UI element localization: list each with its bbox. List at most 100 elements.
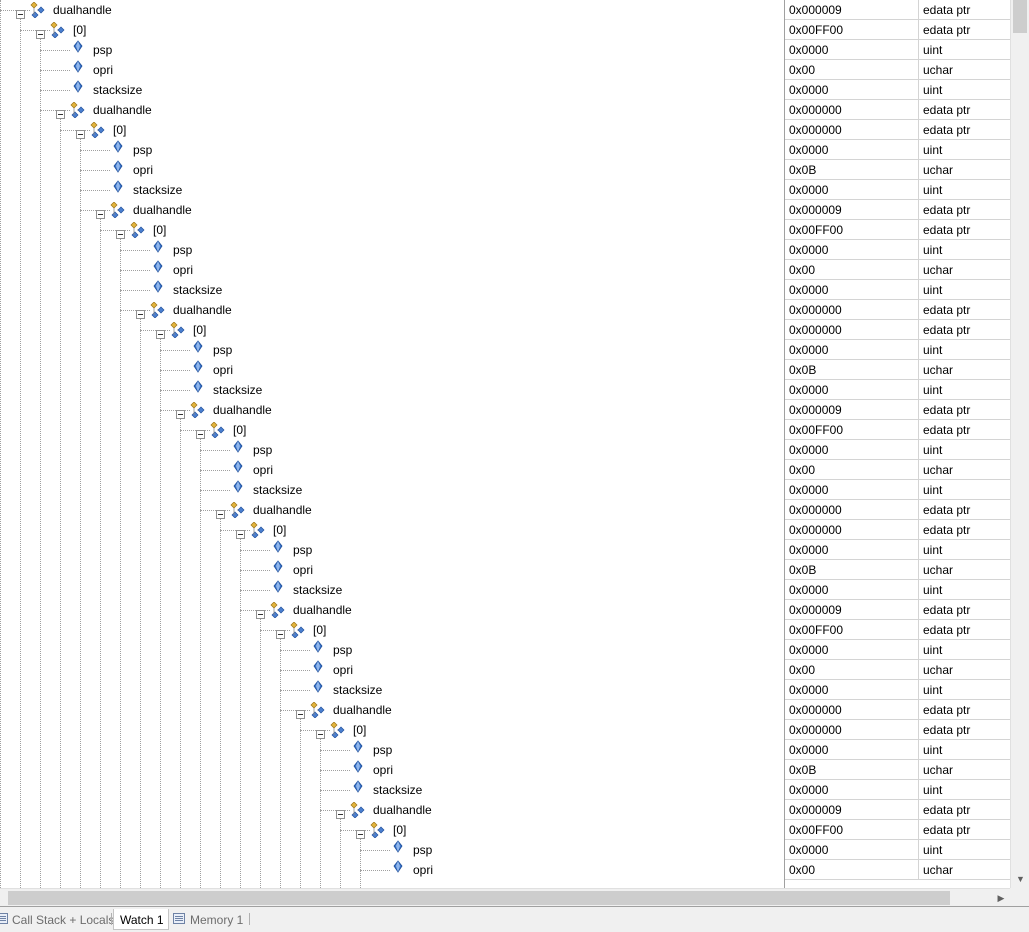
watch-value[interactable]: 0x0000 (789, 383, 828, 397)
watch-value[interactable]: 0x000000 (789, 703, 842, 717)
collapse-toggle-icon[interactable] (76, 130, 85, 139)
collapse-toggle-icon[interactable] (116, 230, 125, 239)
watch-row[interactable]: dualhandle (0, 600, 784, 620)
watch-row[interactable]: opri (0, 760, 784, 780)
tab-watch-1[interactable]: Watch 1 (113, 909, 169, 930)
watch-value[interactable]: 0x000009 (789, 403, 842, 417)
value-row[interactable]: 0x000000 edata ptr (785, 500, 1011, 520)
watch-row[interactable]: [0] (0, 820, 784, 840)
value-row[interactable]: 0x0000 uint (785, 340, 1011, 360)
watch-value[interactable]: 0x000009 (789, 3, 842, 17)
watch-value[interactable]: 0x00FF00 (789, 223, 843, 237)
vertical-scroll-thumb[interactable] (1013, 0, 1027, 33)
collapse-toggle-icon[interactable] (16, 10, 25, 19)
watch-value[interactable]: 0x0B (789, 163, 816, 177)
value-row[interactable]: 0x0000 uint (785, 440, 1011, 460)
value-row[interactable]: 0x0000 uint (785, 280, 1011, 300)
watch-value[interactable]: 0x00 (789, 263, 815, 277)
watch-value[interactable]: 0x0000 (789, 683, 828, 697)
value-row[interactable]: 0x000000 edata ptr (785, 720, 1011, 740)
collapse-toggle-icon[interactable] (236, 530, 245, 539)
watch-row[interactable]: stacksize (0, 680, 784, 700)
watch-value[interactable]: 0x0000 (789, 443, 828, 457)
tab-call-stack-locals[interactable]: Call Stack + Locals (0, 909, 114, 929)
collapse-toggle-icon[interactable] (96, 210, 105, 219)
watch-value[interactable]: 0x00FF00 (789, 23, 843, 37)
watch-row[interactable]: psp (0, 840, 784, 860)
value-row[interactable]: 0x0000 uint (785, 840, 1011, 860)
value-row[interactable]: 0x0000 uint (785, 640, 1011, 660)
watch-row[interactable]: opri (0, 460, 784, 480)
watch-value[interactable]: 0x0B (789, 763, 816, 777)
watch-row[interactable]: [0] (0, 320, 784, 340)
watch-row[interactable]: stacksize (0, 80, 784, 100)
value-row[interactable]: 0x000009 edata ptr (785, 400, 1011, 420)
watch-value[interactable]: 0x0000 (789, 283, 828, 297)
watch-value[interactable]: 0x000009 (789, 603, 842, 617)
value-row[interactable]: 0x0000 uint (785, 240, 1011, 260)
watch-row[interactable]: [0] (0, 420, 784, 440)
value-row[interactable]: 0x000000 edata ptr (785, 520, 1011, 540)
watch-value[interactable]: 0x000000 (789, 303, 842, 317)
value-row[interactable]: 0x0000 uint (785, 80, 1011, 100)
watch-row[interactable]: opri (0, 360, 784, 380)
collapse-toggle-icon[interactable] (336, 810, 345, 819)
horizontal-scroll-thumb[interactable] (8, 891, 950, 905)
tab-memory-1[interactable]: Memory 1 (170, 909, 246, 929)
collapse-toggle-icon[interactable] (296, 710, 305, 719)
watch-value[interactable]: 0x0000 (789, 43, 828, 57)
watch-row[interactable]: [0] (0, 720, 784, 740)
value-row[interactable]: 0x0B uchar (785, 360, 1011, 380)
value-row[interactable]: 0x00FF00 edata ptr (785, 220, 1011, 240)
watch-row[interactable]: stacksize (0, 480, 784, 500)
value-row[interactable]: 0x00FF00 edata ptr (785, 20, 1011, 40)
watch-row[interactable]: stacksize (0, 780, 784, 800)
watch-value[interactable]: 0x000000 (789, 323, 842, 337)
watch-value[interactable]: 0x00 (789, 463, 815, 477)
watch-row[interactable]: stacksize (0, 280, 784, 300)
watch-value[interactable]: 0x00 (789, 663, 815, 677)
value-row[interactable]: 0x0000 uint (785, 740, 1011, 760)
watch-row[interactable]: dualhandle (0, 800, 784, 820)
value-row[interactable]: 0x000000 edata ptr (785, 300, 1011, 320)
scroll-right-arrow-icon[interactable]: ▶ (992, 889, 1010, 906)
watch-row[interactable]: [0] (0, 620, 784, 640)
value-row[interactable]: 0x00FF00 edata ptr (785, 620, 1011, 640)
watch-row[interactable]: psp (0, 340, 784, 360)
collapse-toggle-icon[interactable] (156, 330, 165, 339)
watch-value[interactable]: 0x0000 (789, 143, 828, 157)
watch-value[interactable]: 0x0B (789, 363, 816, 377)
value-row[interactable]: 0x0000 uint (785, 580, 1011, 600)
watch-row[interactable]: dualhandle (0, 500, 784, 520)
watch-value[interactable]: 0x0000 (789, 743, 828, 757)
watch-value[interactable]: 0x00FF00 (789, 423, 843, 437)
collapse-toggle-icon[interactable] (176, 410, 185, 419)
collapse-toggle-icon[interactable] (56, 110, 65, 119)
watch-row[interactable]: psp (0, 440, 784, 460)
value-row[interactable]: 0x00 uchar (785, 260, 1011, 280)
watch-row[interactable]: psp (0, 540, 784, 560)
watch-value[interactable]: 0x0000 (789, 643, 828, 657)
watch-value[interactable]: 0x000000 (789, 523, 842, 537)
collapse-toggle-icon[interactable] (316, 730, 325, 739)
value-row[interactable]: 0x000000 edata ptr (785, 320, 1011, 340)
value-row[interactable]: 0x000000 edata ptr (785, 700, 1011, 720)
watch-value[interactable]: 0x0000 (789, 243, 828, 257)
watch-row[interactable]: psp (0, 740, 784, 760)
value-row[interactable]: 0x00FF00 edata ptr (785, 420, 1011, 440)
watch-value[interactable]: 0x0000 (789, 343, 828, 357)
watch-row[interactable]: opri (0, 260, 784, 280)
watch-row[interactable]: opri (0, 560, 784, 580)
watch-value[interactable]: 0x00FF00 (789, 823, 843, 837)
value-row[interactable]: 0x0000 uint (785, 680, 1011, 700)
watch-value[interactable]: 0x000000 (789, 503, 842, 517)
value-row[interactable]: 0x00 uchar (785, 460, 1011, 480)
value-row[interactable]: 0x000009 edata ptr (785, 600, 1011, 620)
value-row[interactable]: 0x00 uchar (785, 60, 1011, 80)
watch-value[interactable]: 0x00 (789, 63, 815, 77)
watch-row[interactable]: psp (0, 40, 784, 60)
watch-value[interactable]: 0x0000 (789, 783, 828, 797)
watch-value[interactable]: 0x0B (789, 563, 816, 577)
value-row[interactable]: 0x0B uchar (785, 760, 1011, 780)
watch-row[interactable]: [0] (0, 220, 784, 240)
